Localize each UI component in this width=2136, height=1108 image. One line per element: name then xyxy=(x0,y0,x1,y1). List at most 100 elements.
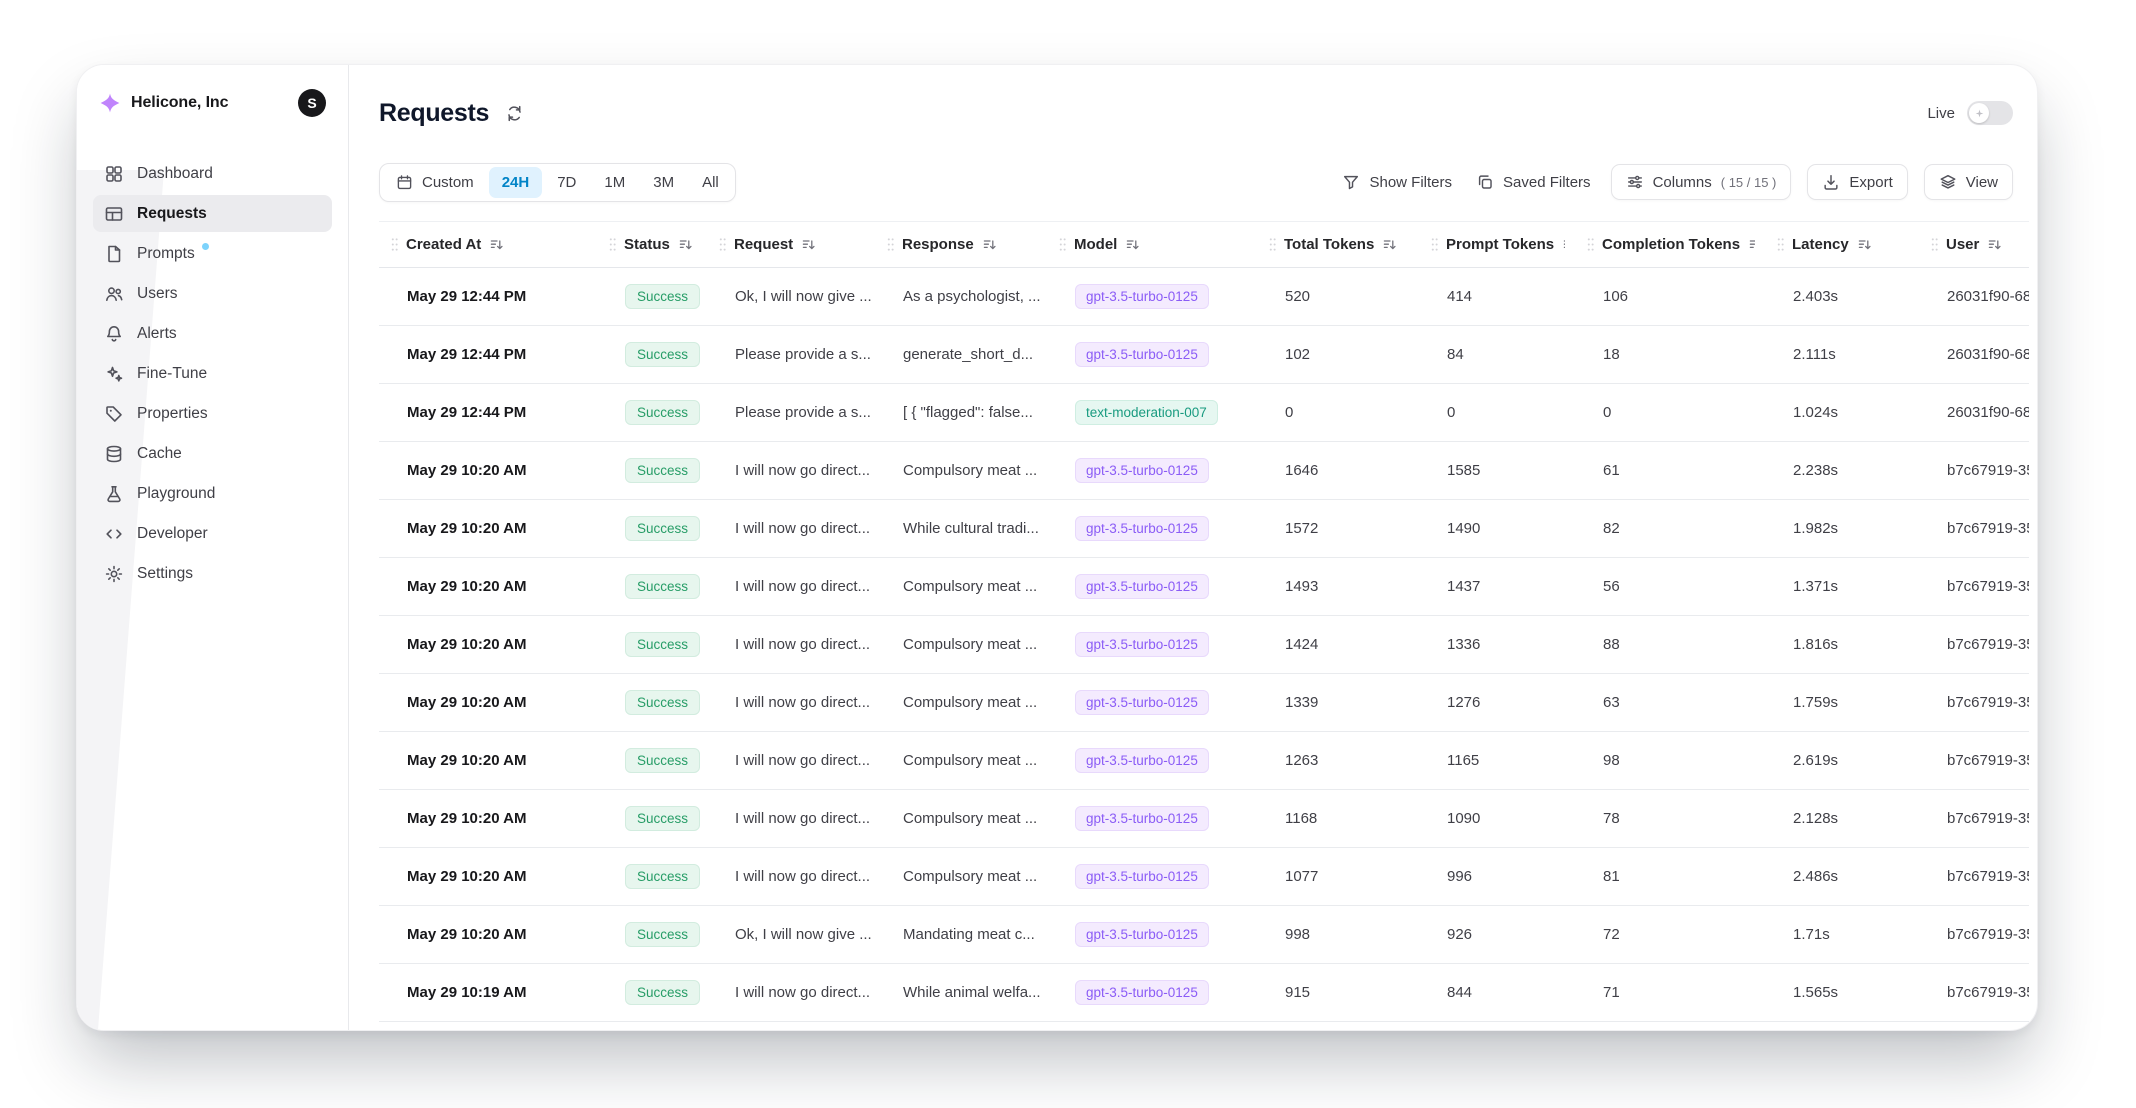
table-row[interactable]: May 29 12:44 PM Success Ok, I will now g… xyxy=(379,268,2029,326)
cell-user: b7c67919-35 xyxy=(1919,732,2029,790)
time-filter-24h[interactable]: 24H xyxy=(489,167,543,198)
view-button[interactable]: View xyxy=(1924,164,2013,200)
sort-icon[interactable] xyxy=(1987,237,2003,253)
sidebar-item-settings[interactable]: Settings xyxy=(93,555,332,592)
table-row[interactable]: May 29 10:20 AM Success Ok, I will now g… xyxy=(379,906,2029,964)
cell-status: Success xyxy=(597,848,707,906)
sort-icon[interactable] xyxy=(1562,237,1565,253)
saved-filters-button[interactable]: Saved Filters xyxy=(1472,166,1595,198)
column-header-total-tokens[interactable]: Total Tokens xyxy=(1257,222,1419,268)
table-row[interactable]: May 29 10:20 AM Success I will now go di… xyxy=(379,732,2029,790)
column-header-status[interactable]: Status xyxy=(597,222,707,268)
time-filter-3m[interactable]: 3M xyxy=(640,167,687,198)
sidebar-item-developer[interactable]: Developer xyxy=(93,515,332,552)
column-header-created-at[interactable]: Created At xyxy=(379,222,597,268)
live-toggle[interactable] xyxy=(1967,101,2013,125)
table-row[interactable]: May 29 10:20 AM Success I will now go di… xyxy=(379,616,2029,674)
table-row[interactable]: May 29 10:20 AM Success I will now go di… xyxy=(379,790,2029,848)
sort-icon[interactable] xyxy=(489,237,505,253)
org-switcher[interactable]: Helicone, Inc S xyxy=(93,87,332,119)
cell-model: gpt-3.5-turbo-0125 xyxy=(1047,906,1257,964)
table-row[interactable]: May 29 10:20 AM Success I will now go di… xyxy=(379,848,2029,906)
column-header-label: Request xyxy=(734,236,793,253)
sidebar: Helicone, Inc S Dashboard Requests Promp… xyxy=(77,65,349,1030)
model-badge: gpt-3.5-turbo-0125 xyxy=(1075,516,1209,541)
time-filter-all[interactable]: All xyxy=(689,167,732,198)
cell-status: Success xyxy=(597,442,707,500)
sort-icon[interactable] xyxy=(1857,237,1873,253)
cell-completion-tokens: 18 xyxy=(1575,326,1765,384)
sort-icon[interactable] xyxy=(801,237,817,253)
cell-model: gpt-3.5-turbo-0125 xyxy=(1047,732,1257,790)
sidebar-item-alerts[interactable]: Alerts xyxy=(93,315,332,352)
table-row[interactable]: May 29 10:20 AM Success I will now go di… xyxy=(379,674,2029,732)
time-filter-1m[interactable]: 1M xyxy=(591,167,638,198)
custom-date-label: Custom xyxy=(422,174,474,191)
cell-completion-tokens: 106 xyxy=(1575,268,1765,326)
column-header-label: Created At xyxy=(406,236,481,253)
column-header-response[interactable]: Response xyxy=(875,222,1047,268)
cell-request: I will now go direct... xyxy=(707,442,875,500)
table-row[interactable]: May 29 10:20 AM Success I will now go di… xyxy=(379,558,2029,616)
column-drag-handle-icon[interactable] xyxy=(1057,236,1068,253)
column-drag-handle-icon[interactable] xyxy=(885,236,896,253)
cell-total-tokens: 1077 xyxy=(1257,848,1419,906)
sidebar-item-prompts[interactable]: Prompts xyxy=(93,235,332,272)
column-drag-handle-icon[interactable] xyxy=(607,236,618,253)
sidebar-item-dashboard[interactable]: Dashboard xyxy=(93,155,332,192)
cell-created-at: May 29 12:44 PM xyxy=(379,326,597,384)
column-drag-handle-icon[interactable] xyxy=(1585,236,1596,253)
sort-icon[interactable] xyxy=(1382,237,1398,253)
sidebar-item-cache[interactable]: Cache xyxy=(93,435,332,472)
columns-button[interactable]: Columns ( 15 / 15 ) xyxy=(1611,164,1792,200)
cell-model: gpt-3.5-turbo-0125 xyxy=(1047,268,1257,326)
column-drag-handle-icon[interactable] xyxy=(389,236,400,253)
cell-status: Success xyxy=(597,384,707,442)
sidebar-item-fine-tune[interactable]: Fine-Tune xyxy=(93,355,332,392)
column-header-prompt-tokens[interactable]: Prompt Tokens xyxy=(1419,222,1575,268)
column-drag-handle-icon[interactable] xyxy=(1267,236,1278,253)
refresh-button[interactable] xyxy=(503,102,526,125)
table-row[interactable]: May 29 12:44 PM Success Please provide a… xyxy=(379,326,2029,384)
column-drag-handle-icon[interactable] xyxy=(717,236,728,253)
column-header-request[interactable]: Request xyxy=(707,222,875,268)
show-filters-button[interactable]: Show Filters xyxy=(1338,166,1456,198)
column-drag-handle-icon[interactable] xyxy=(1775,236,1786,253)
custom-date-button[interactable]: Custom xyxy=(383,167,487,198)
column-drag-handle-icon[interactable] xyxy=(1429,236,1440,253)
time-filter-7d[interactable]: 7D xyxy=(544,167,589,198)
model-badge: gpt-3.5-turbo-0125 xyxy=(1075,458,1209,483)
sort-icon[interactable] xyxy=(982,237,998,253)
column-header-user[interactable]: User xyxy=(1919,222,2029,268)
sidebar-item-users[interactable]: Users xyxy=(93,275,332,312)
column-header-label: Completion Tokens xyxy=(1602,236,1740,253)
page-header: Requests Live xyxy=(379,95,2029,131)
cell-created-at: May 29 10:20 AM xyxy=(379,558,597,616)
export-button[interactable]: Export xyxy=(1807,164,1907,200)
sort-icon[interactable] xyxy=(678,237,694,253)
table-row[interactable]: May 29 10:20 AM Success I will now go di… xyxy=(379,442,2029,500)
cell-user: 26031f90-68 xyxy=(1919,268,2029,326)
page-title: Requests xyxy=(379,99,489,128)
cell-request: Please provide a s... xyxy=(707,384,875,442)
sort-icon[interactable] xyxy=(1748,237,1755,253)
column-header-completion-tokens[interactable]: Completion Tokens xyxy=(1575,222,1765,268)
table-row[interactable]: May 29 12:44 PM Success Please provide a… xyxy=(379,384,2029,442)
cell-response: Compulsory meat ... xyxy=(875,674,1047,732)
playground-icon xyxy=(104,484,124,504)
column-header-model[interactable]: Model xyxy=(1047,222,1257,268)
cell-total-tokens: 0 xyxy=(1257,384,1419,442)
table-row[interactable]: May 29 10:20 AM Success I will now go di… xyxy=(379,500,2029,558)
cell-created-at: May 29 10:20 AM xyxy=(379,906,597,964)
sidebar-item-requests[interactable]: Requests xyxy=(93,195,332,232)
avatar[interactable]: S xyxy=(298,89,326,117)
model-badge: gpt-3.5-turbo-0125 xyxy=(1075,806,1209,831)
sidebar-item-properties[interactable]: Properties xyxy=(93,395,332,432)
sort-icon[interactable] xyxy=(1125,237,1141,253)
cell-latency: 1.816s xyxy=(1765,616,1919,674)
sidebar-item-playground[interactable]: Playground xyxy=(93,475,332,512)
column-header-latency[interactable]: Latency xyxy=(1765,222,1919,268)
column-drag-handle-icon[interactable] xyxy=(1929,236,1940,253)
table-row[interactable]: May 29 10:19 AM Success I will now go di… xyxy=(379,964,2029,1022)
toolbar-actions: Show Filters Saved Filters Columns ( 15 … xyxy=(1338,164,2013,200)
